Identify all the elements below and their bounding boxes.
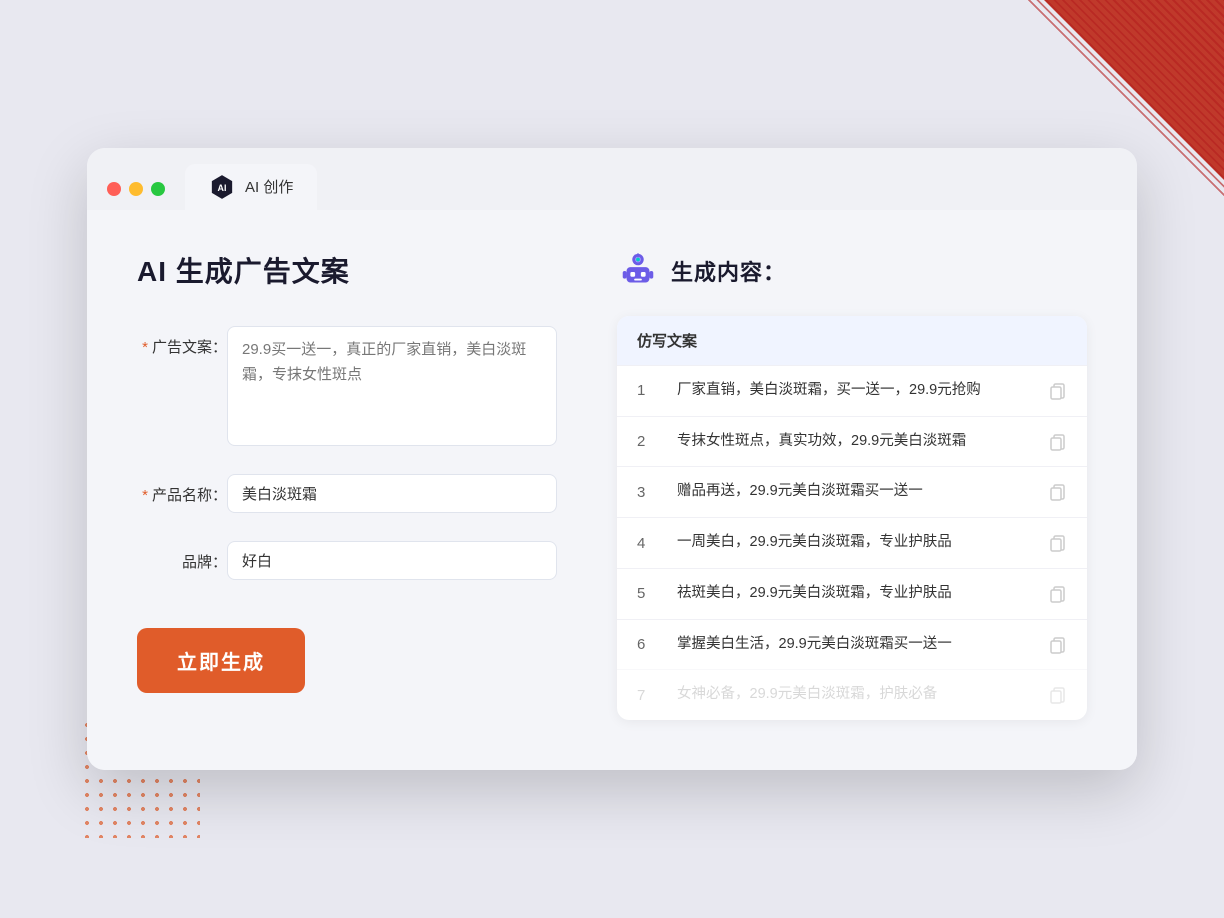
copy-icon[interactable] (1047, 635, 1067, 655)
table-row: 4 一周美白，29.9元美白淡斑霜，专业护肤品 (617, 517, 1087, 568)
row-text: 一周美白，29.9元美白淡斑霜，专业护肤品 (677, 532, 1031, 554)
product-name-label: *产品名称： (137, 474, 227, 505)
right-title: 生成内容： (671, 255, 786, 287)
right-panel: 生成内容： 仿写文案 1 厂家直销，美白淡斑霜，买一送一，29.9元抢购 2 专抹女… (617, 250, 1087, 720)
row-number: 6 (637, 636, 661, 653)
copy-icon[interactable] (1047, 482, 1067, 502)
copy-icon[interactable] (1047, 533, 1067, 553)
row-text: 祛斑美白，29.9元美白淡斑霜，专业护肤品 (677, 583, 1031, 605)
maximize-button[interactable] (151, 182, 165, 196)
ai-tab[interactable]: AI AI 创作 (185, 164, 317, 210)
table-row: 1 厂家直销，美白淡斑霜，买一送一，29.9元抢购 (617, 365, 1087, 416)
results-rows: 1 厂家直销，美白淡斑霜，买一送一，29.9元抢购 2 专抹女性斑点，真实功效，29… (617, 365, 1087, 720)
ad-copy-input[interactable]: 29.9买一送一，真正的厂家直销，美白淡斑霜，专抹女性斑点 (227, 326, 557, 446)
row-number: 5 (637, 585, 661, 602)
results-table: 仿写文案 1 厂家直销，美白淡斑霜，买一送一，29.9元抢购 2 专抹女性斑点，真实… (617, 316, 1087, 720)
row-number: 7 (637, 687, 661, 704)
ad-copy-row: *广告文案： 29.9买一送一，真正的厂家直销，美白淡斑霜，专抹女性斑点 (137, 326, 557, 446)
table-row: 2 专抹女性斑点，真实功效，29.9元美白淡斑霜 (617, 416, 1087, 467)
copy-icon[interactable] (1047, 685, 1067, 705)
row-text: 赠品再送，29.9元美白淡斑霜买一送一 (677, 481, 1031, 503)
left-panel: AI 生成广告文案 *广告文案： 29.9买一送一，真正的厂家直销，美白淡斑霜，… (137, 250, 557, 720)
copy-icon[interactable] (1047, 584, 1067, 604)
row-number: 3 (637, 484, 661, 501)
brand-label: 品牌： (137, 541, 227, 572)
table-row: 6 掌握美白生活，29.9元美白淡斑霜买一送一 (617, 619, 1087, 670)
table-row: 5 祛斑美白，29.9元美白淡斑霜，专业护肤品 (617, 568, 1087, 619)
required-star-1: * (142, 339, 148, 356)
title-bar: AI AI 创作 (87, 148, 1137, 210)
row-text: 女神必备，29.9元美白淡斑霜，护肤必备 (677, 684, 1031, 706)
svg-text:AI: AI (218, 183, 227, 193)
table-header: 仿写文案 (617, 316, 1087, 365)
row-number: 4 (637, 535, 661, 552)
row-number: 2 (637, 433, 661, 450)
copy-icon[interactable] (1047, 381, 1067, 401)
window-controls (107, 182, 165, 210)
product-name-input[interactable] (227, 474, 557, 513)
page-title: AI 生成广告文案 (137, 250, 557, 290)
content-area: AI 生成广告文案 *广告文案： 29.9买一送一，真正的厂家直销，美白淡斑霜，… (87, 210, 1137, 770)
required-star-2: * (142, 487, 148, 504)
right-header: 生成内容： (617, 250, 1087, 292)
brand-row: 品牌： (137, 541, 557, 580)
table-row: 3 赠品再送，29.9元美白淡斑霜买一送一 (617, 466, 1087, 517)
row-number: 1 (637, 382, 661, 399)
robot-icon (617, 250, 659, 292)
table-row: 7 女神必备，29.9元美白淡斑霜，护肤必备 (617, 669, 1087, 720)
ad-copy-label: *广告文案： (137, 326, 227, 357)
brand-input[interactable] (227, 541, 557, 580)
row-text: 掌握美白生活，29.9元美白淡斑霜买一送一 (677, 634, 1031, 656)
tab-label: AI 创作 (245, 176, 293, 197)
close-button[interactable] (107, 182, 121, 196)
copy-icon[interactable] (1047, 432, 1067, 452)
row-text: 厂家直销，美白淡斑霜，买一送一，29.9元抢购 (677, 380, 1031, 402)
product-name-row: *产品名称： (137, 474, 557, 513)
generate-button[interactable]: 立即生成 (137, 628, 305, 693)
browser-window: AI AI 创作 AI 生成广告文案 *广告文案： 29.9买一送一，真正的厂家… (87, 148, 1137, 770)
ai-tab-icon: AI (209, 174, 235, 200)
minimize-button[interactable] (129, 182, 143, 196)
row-text: 专抹女性斑点，真实功效，29.9元美白淡斑霜 (677, 431, 1031, 453)
